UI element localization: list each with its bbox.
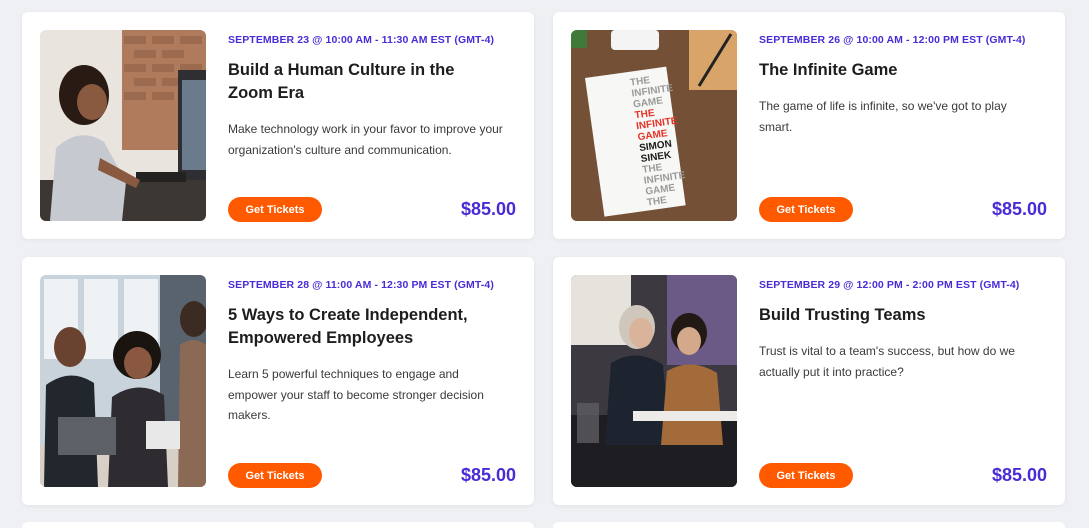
event-card: SEPTEMBER 23 @ 10:00 AM - 11:30 AM EST (… [22, 12, 534, 239]
event-title[interactable]: Build a Human Culture in the Zoom Era [228, 59, 498, 105]
get-tickets-button[interactable]: Get Tickets [759, 197, 853, 222]
event-image[interactable]: THE INFINITE GAME THE INFINITE GAME SIMON SINEK… [571, 30, 737, 221]
event-date: SEPTEMBER 23 @ 10:00 AM - 11:30 AM EST (… [228, 34, 495, 46]
event-price: $85.00 [991, 465, 1047, 485]
event-description: Trust is vital to a team's success, but … [759, 344, 1015, 379]
event-description: The game of life is infinite, so we've g… [759, 99, 1007, 134]
event-content: SEPTEMBER 23 @ 10:00 AM - 11:30 AM EST (… [228, 30, 516, 239]
event-card: THE INFINITE GAME THE INFINITE GAME SIMON SINEK… [553, 12, 1065, 239]
get-tickets-button[interactable]: Get Tickets [228, 197, 322, 222]
event-title[interactable]: Build Trusting Teams [759, 304, 1029, 327]
book-cover-photo-icon: THEINFINITEGAMETHEINFINITEGAMESIMONSINEK… [571, 30, 737, 221]
event-date: SEPTEMBER 28 @ 11:00 AM - 12:30 PM EST (… [228, 279, 494, 291]
event-image[interactable] [40, 30, 206, 221]
event-card [22, 522, 534, 528]
event-grid: SEPTEMBER 23 @ 10:00 AM - 11:30 AM EST (… [0, 0, 1089, 528]
event-card: SEPTEMBER 28 @ 11:00 AM - 12:30 PM EST (… [22, 257, 534, 505]
event-date: SEPTEMBER 29 @ 12:00 PM - 2:00 PM EST (G… [759, 279, 1020, 291]
colleagues-desk-photo-icon [571, 275, 737, 487]
event-price: $85.00 [460, 465, 516, 485]
event-date: SEPTEMBER 26 @ 10:00 AM - 12:00 PM EST (… [759, 34, 1026, 46]
event-content: SEPTEMBER 28 @ 11:00 AM - 12:30 PM EST (… [228, 275, 516, 505]
event-image[interactable] [571, 275, 737, 487]
event-content: SEPTEMBER 26 @ 10:00 AM - 12:00 PM EST (… [759, 30, 1047, 239]
woman-video-call-photo-icon [40, 30, 206, 221]
event-card: SEPTEMBER 29 @ 12:00 PM - 2:00 PM EST (G… [553, 257, 1065, 505]
get-tickets-button[interactable]: Get Tickets [759, 463, 853, 488]
event-title[interactable]: The Infinite Game [759, 59, 1029, 82]
team-laughing-photo-icon [40, 275, 206, 487]
event-price: $85.00 [460, 199, 516, 219]
event-description: Make technology work in your favor to im… [228, 122, 503, 157]
event-price: $85.00 [991, 199, 1047, 219]
event-card [553, 522, 1065, 528]
get-tickets-button[interactable]: Get Tickets [228, 463, 322, 488]
event-description: Learn 5 powerful techniques to engage an… [228, 367, 484, 422]
event-title[interactable]: 5 Ways to Create Independent, Empowered … [228, 304, 498, 350]
event-image[interactable] [40, 275, 206, 487]
event-content: SEPTEMBER 29 @ 12:00 PM - 2:00 PM EST (G… [759, 275, 1047, 505]
